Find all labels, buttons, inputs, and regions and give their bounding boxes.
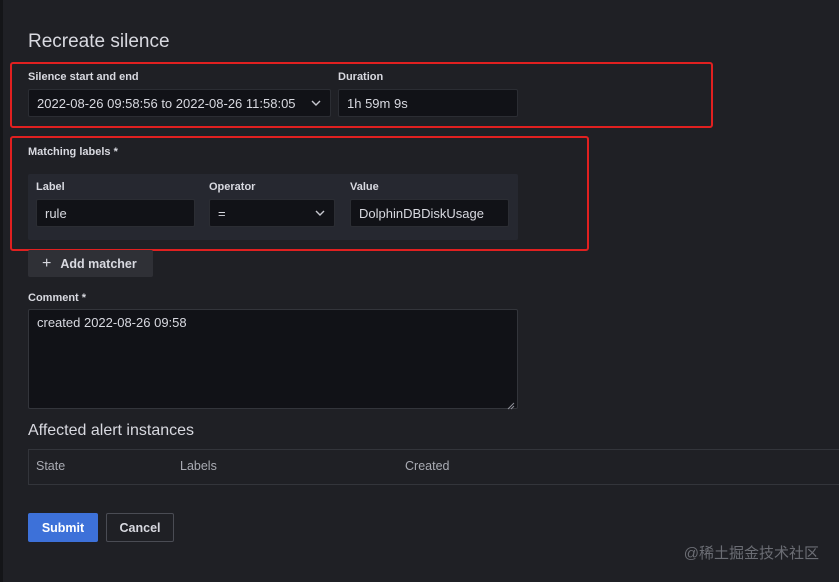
add-matcher-button[interactable]: + Add matcher	[28, 250, 153, 277]
plus-icon: +	[42, 254, 52, 272]
highlight-box-matchers	[10, 136, 589, 251]
comment-label: Comment *	[28, 292, 87, 304]
watermark: @稀土掘金技术社区	[683, 545, 819, 562]
affected-heading: Affected alert instances	[28, 422, 195, 439]
cancel-button[interactable]: Cancel	[106, 513, 174, 542]
column-header-created[interactable]: Created	[405, 459, 449, 473]
page-title: Recreate silence	[28, 31, 170, 52]
comment-textarea[interactable]: created 2022-08-26 09:58	[28, 309, 518, 410]
column-header-state[interactable]: State	[36, 459, 65, 473]
comment-value: created 2022-08-26 09:58	[37, 315, 187, 330]
submit-button[interactable]: Submit	[28, 513, 98, 542]
add-matcher-label: Add matcher	[60, 256, 137, 271]
affected-table: State Labels Created	[28, 449, 839, 485]
resize-grip-icon[interactable]	[507, 398, 515, 410]
left-edge-bar	[0, 0, 3, 582]
column-header-labels[interactable]: Labels	[180, 459, 217, 473]
highlight-box-silence	[10, 62, 713, 128]
